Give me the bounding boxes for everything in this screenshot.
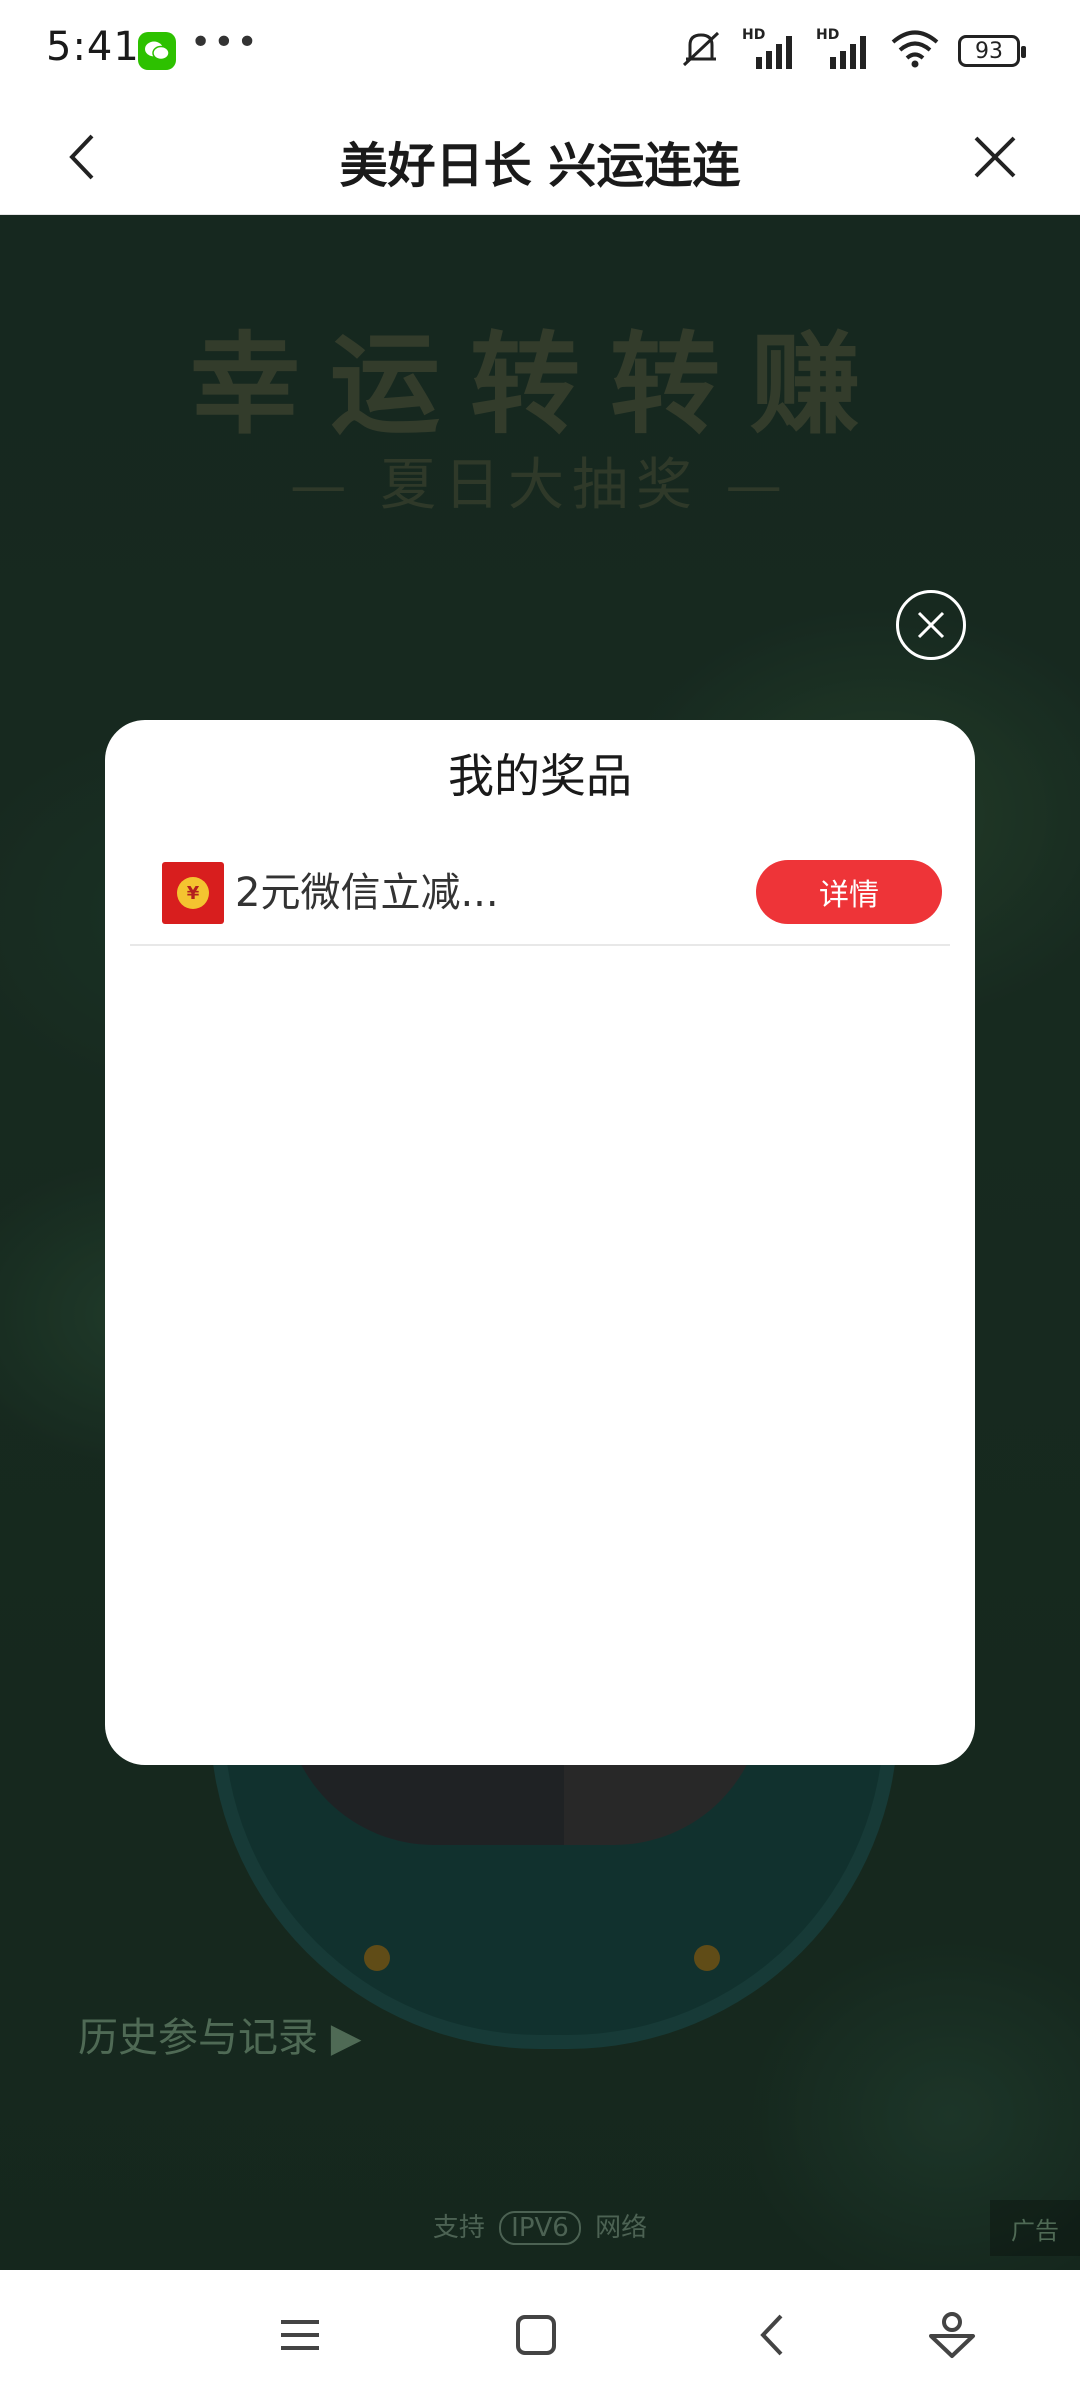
close-page-button[interactable]: [960, 122, 1030, 192]
signal-hd-icon-2: HD: [816, 27, 872, 71]
red-envelope-icon: ¥: [162, 862, 224, 924]
system-nav-bar: [0, 2270, 1080, 2400]
prize-detail-button[interactable]: 详情: [756, 860, 942, 924]
ipv6-note: 支持 IPV6 网络: [0, 2207, 1080, 2245]
ipv6-badge: IPV6: [499, 2211, 581, 2245]
signal-hd-icon: HD: [742, 27, 798, 71]
my-prizes-modal: 我的奖品 ¥ 2元微信立减... 详情: [105, 720, 975, 1765]
wifi-icon: [890, 29, 940, 73]
prize-name: 2元微信立减...: [235, 870, 499, 916]
more-notifications-icon: •••: [190, 22, 260, 63]
menu-button[interactable]: [265, 2300, 335, 2370]
home-button[interactable]: [501, 2300, 571, 2370]
yuan-coin-icon: ¥: [177, 877, 209, 909]
mute-icon: [678, 29, 724, 73]
wechat-icon: [138, 32, 176, 70]
status-bar: 5:41 ••• HD HD 93: [0, 0, 1080, 100]
history-link[interactable]: 历史参与记录 ▶: [78, 2005, 361, 2063]
status-icons: HD HD 93: [678, 26, 1026, 76]
close-icon: [917, 611, 945, 639]
assistant-button[interactable]: [917, 2300, 987, 2370]
modal-title: 我的奖品: [448, 749, 632, 803]
close-icon: [974, 136, 1016, 178]
ad-label[interactable]: 广告: [990, 2200, 1080, 2256]
ipv6-prefix: 支持: [432, 2213, 485, 2243]
close-popup-button[interactable]: [896, 590, 966, 660]
nav-back-button[interactable]: [737, 2300, 807, 2370]
battery-icon: 93: [958, 35, 1026, 67]
page-title: 美好日长 兴运连连: [339, 138, 741, 194]
menu-icon: [281, 2320, 319, 2350]
ipv6-suffix: 网络: [595, 2213, 648, 2243]
square-home-icon: [516, 2315, 556, 2355]
status-time: 5:41: [46, 24, 140, 70]
title-bar: 美好日长 兴运连连: [0, 100, 1080, 215]
prize-list-item: ¥ 2元微信立减... 详情: [130, 830, 950, 946]
assistant-icon: [929, 2312, 975, 2358]
chevron-left-icon: [760, 2314, 783, 2356]
